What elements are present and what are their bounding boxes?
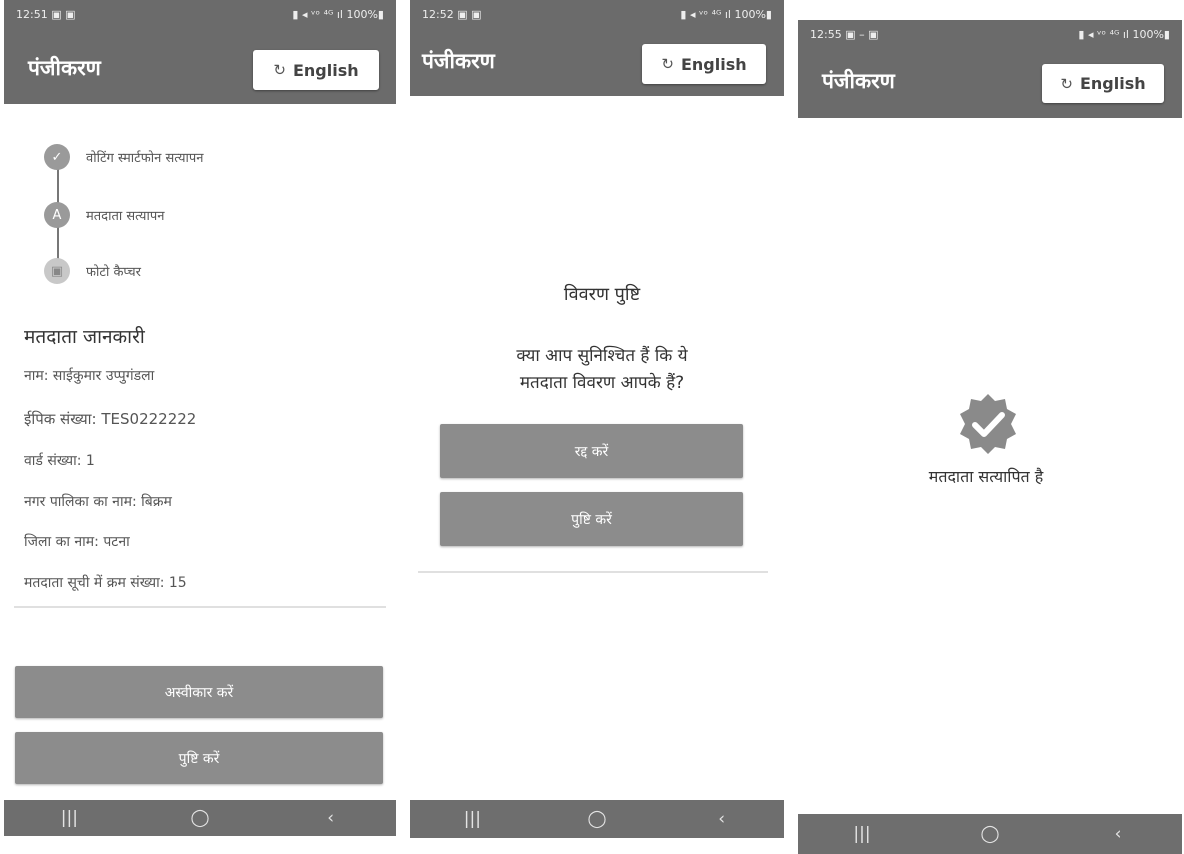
language-toggle-button[interactable]: ↻ English xyxy=(642,44,766,84)
step-label: फोटो कैप्चर xyxy=(86,265,142,280)
home-icon[interactable]: ◯ xyxy=(970,824,1010,844)
dialog-divider xyxy=(418,571,768,573)
step-smartphone-verification: ✓ वोटिंग स्मार्टफोन सत्यापन xyxy=(44,144,204,170)
status-bar: 12:55 ▣ – ▣ ▮ ◂ ᵛᵒ ⁴ᴳ ıl 100%▮ xyxy=(798,20,1182,48)
system-navigation-bar: ||| ◯ ‹ xyxy=(798,814,1182,854)
dialog-title: विवरण पुष्टि xyxy=(563,284,641,305)
system-navigation-bar: ||| ◯ ‹ xyxy=(410,800,784,838)
phone-screen-verified: 12:55 ▣ – ▣ ▮ ◂ ᵛᵒ ⁴ᴳ ıl 100%▮ पंजीकरण ↻… xyxy=(798,20,1182,854)
home-icon[interactable]: ◯ xyxy=(577,809,617,829)
recent-apps-icon[interactable]: ||| xyxy=(452,809,492,829)
language-toggle-button[interactable]: ↻ English xyxy=(1042,64,1164,103)
language-toggle-button[interactable]: ↻ English xyxy=(253,50,379,90)
dialog-message-line-2: मतदाता विवरण आपके हैं? xyxy=(519,373,685,393)
page-title: पंजीकरण xyxy=(822,69,895,93)
verified-badge-icon xyxy=(960,394,1016,454)
status-time: 12:51 ▣ ▣ xyxy=(16,7,76,21)
language-label: English xyxy=(292,60,359,80)
voter-icon: A xyxy=(44,202,70,228)
refresh-icon: ↻ xyxy=(661,55,674,73)
status-icons: ▮ ◂ ᵛᵒ ⁴ᴳ ıl 100%▮ xyxy=(292,7,384,21)
info-municipality: नगर पालिका का नाम: बिक्रम xyxy=(24,494,172,510)
status-icons: ▮ ◂ ᵛᵒ ⁴ᴳ ıl 100%▮ xyxy=(1078,27,1170,41)
back-icon[interactable]: ‹ xyxy=(702,809,742,829)
phone-screen-confirm-dialog: 12:52 ▣ ▣ ▮ ◂ ᵛᵒ ⁴ᴳ ıl 100%▮ पंजीकरण ↻ E… xyxy=(410,0,784,838)
cancel-button[interactable]: रद्द करें xyxy=(440,424,743,478)
system-navigation-bar: ||| ◯ ‹ xyxy=(4,800,396,836)
info-name: नाम: साईकुमार उप्पुगंडला xyxy=(24,368,155,384)
refresh-icon: ↻ xyxy=(1060,74,1073,93)
step-label: मतदाता सत्यापन xyxy=(86,209,165,224)
page-title: पंजीकरण xyxy=(422,49,495,73)
step-photo-capture: ▣ फोटो कैप्चर xyxy=(44,258,141,284)
dialog-message: क्या आप सुनिश्चित हैं कि ये मतदाता विवरण… xyxy=(410,343,784,397)
recent-apps-icon[interactable]: ||| xyxy=(49,808,89,828)
section-title: मतदाता जानकारी xyxy=(24,326,145,348)
confirm-button[interactable]: पुष्टि करें xyxy=(440,492,743,546)
home-icon[interactable]: ◯ xyxy=(180,808,220,828)
page-title: पंजीकरण xyxy=(28,56,101,80)
status-time: 12:52 ▣ ▣ xyxy=(422,7,482,21)
confirm-button[interactable]: पुष्टि करें xyxy=(15,732,383,784)
step-label: वोटिंग स्मार्टफोन सत्यापन xyxy=(86,151,204,166)
refresh-icon: ↻ xyxy=(273,61,286,79)
recent-apps-icon[interactable]: ||| xyxy=(842,824,882,844)
status-bar: 12:51 ▣ ▣ ▮ ◂ ᵛᵒ ⁴ᴳ ıl 100%▮ xyxy=(4,0,396,28)
status-icons: ▮ ◂ ᵛᵒ ⁴ᴳ ıl 100%▮ xyxy=(680,7,772,21)
language-label: English xyxy=(1079,74,1146,93)
card-divider xyxy=(14,606,386,608)
dialog-message-line-1: क्या आप सुनिश्चित हैं कि ये xyxy=(516,346,688,366)
reject-button[interactable]: अस्वीकार करें xyxy=(15,666,383,718)
check-icon: ✓ xyxy=(44,144,70,170)
info-ward-number: वार्ड संख्या: 1 xyxy=(24,453,95,469)
step-voter-verification: A मतदाता सत्यापन xyxy=(44,202,164,228)
voter-verified-message: मतदाता सत्यापित है xyxy=(928,467,1044,486)
info-district: जिला का नाम: पटना xyxy=(24,534,130,550)
back-icon[interactable]: ‹ xyxy=(1098,824,1138,844)
back-icon[interactable]: ‹ xyxy=(311,808,351,828)
status-time: 12:55 ▣ – ▣ xyxy=(810,27,879,41)
info-serial-number: मतदाता सूची में क्रम संख्या: 15 xyxy=(24,575,187,591)
language-label: English xyxy=(680,54,747,74)
info-epic-number: ईपिक संख्या: TES0222222 xyxy=(24,410,197,428)
phone-screen-voter-info: 12:51 ▣ ▣ ▮ ◂ ᵛᵒ ⁴ᴳ ıl 100%▮ पंजीकरण ↻ E… xyxy=(4,0,396,836)
status-bar: 12:52 ▣ ▣ ▮ ◂ ᵛᵒ ⁴ᴳ ıl 100%▮ xyxy=(410,0,784,28)
camera-icon: ▣ xyxy=(44,258,70,284)
